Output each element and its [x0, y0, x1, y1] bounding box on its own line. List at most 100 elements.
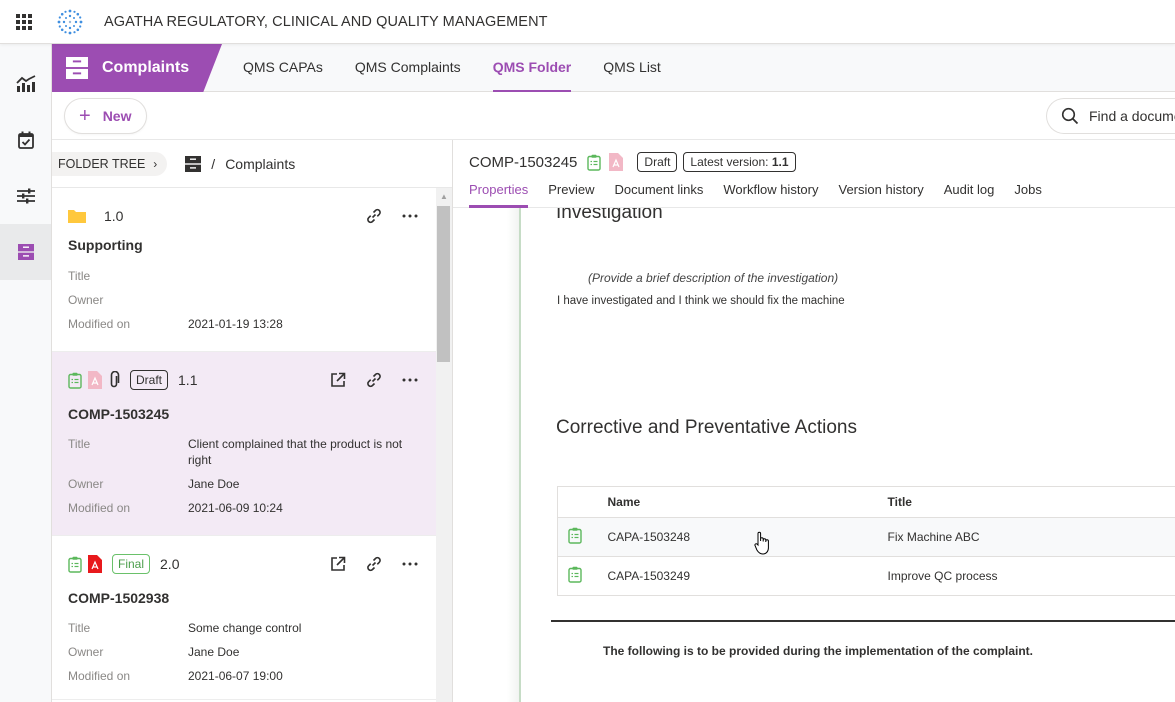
- more-options-icon[interactable]: [398, 368, 422, 392]
- scrollbar-thumb[interactable]: [437, 206, 450, 362]
- prop-label: Title: [68, 269, 91, 283]
- open-external-icon[interactable]: [326, 368, 350, 392]
- link-icon[interactable]: [362, 204, 386, 228]
- search-icon: [1061, 107, 1079, 125]
- chart-icon: [15, 75, 35, 92]
- section-title: Complaints: [102, 59, 190, 76]
- implementation-note: The following is to be provided during t…: [603, 644, 1034, 658]
- prop-title: Some change control: [188, 621, 302, 635]
- document-list: 1.0 Supporting Title Owner Modified on 20…: [52, 188, 436, 702]
- tab-qms-list[interactable]: QMS List: [603, 44, 661, 92]
- rail-item-tasks[interactable]: [0, 112, 51, 168]
- tab-qms-folder[interactable]: QMS Folder: [492, 44, 571, 92]
- tab-qms-complaints[interactable]: QMS Complaints: [355, 44, 461, 92]
- attachment-icon: [108, 371, 120, 389]
- document-preview: Investigation (Provide a brief descripti…: [453, 208, 1175, 702]
- prop-title: [188, 268, 408, 284]
- table-row[interactable]: CAPA-1503248 Fix Machine ABC: [557, 517, 1175, 557]
- prop-modified: 2021-01-19 13:28: [188, 317, 283, 331]
- tab-qms-capas[interactable]: QMS CAPAs: [243, 44, 323, 92]
- capa-title: Fix Machine ABC: [887, 517, 1175, 557]
- tab-document-links[interactable]: Document links: [615, 178, 704, 208]
- capa-name[interactable]: CAPA-1503249: [607, 556, 888, 596]
- hand-cursor-icon: [754, 531, 769, 555]
- item-name: COMP-1502938: [68, 590, 170, 606]
- prop-owner: [188, 292, 408, 308]
- capa-name[interactable]: CAPA-1503248: [607, 517, 888, 557]
- plus-icon: +: [79, 105, 91, 127]
- status-badge: Draft: [637, 152, 678, 172]
- form-icon: [568, 566, 582, 583]
- more-options-icon[interactable]: [398, 552, 422, 576]
- chevron-right-icon: ›: [153, 156, 158, 171]
- tab-jobs[interactable]: Jobs: [1014, 178, 1041, 208]
- table-row[interactable]: CAPA-1503249 Improve QC process: [557, 556, 1175, 596]
- tab-preview[interactable]: Preview: [548, 178, 594, 208]
- list-scrollbar[interactable]: ▲: [436, 188, 452, 702]
- folder-tree-button[interactable]: FOLDER TREE ›: [52, 151, 168, 176]
- document-page: Investigation (Provide a brief descripti…: [521, 208, 1175, 702]
- folder-panel: FOLDER TREE › / Complaints 1.0 Supportin…: [52, 140, 453, 702]
- investigation-text: I have investigated and I think we shoul…: [557, 295, 845, 307]
- prop-modified: 2021-06-09 10:24: [188, 501, 283, 515]
- item-properties: Title Client complained that the product …: [68, 436, 408, 524]
- table-header-row: Name Title: [557, 486, 1175, 518]
- sliders-icon: [16, 188, 35, 204]
- latest-version-label: Latest version:: [690, 155, 769, 169]
- prop-label: Owner: [68, 293, 104, 307]
- top-header: AGATHA REGULATORY, CLINICAL AND QUALITY …: [0, 0, 1175, 44]
- link-icon[interactable]: [362, 368, 386, 392]
- form-icon: [68, 372, 82, 389]
- prop-label: Owner: [68, 645, 104, 659]
- app-title: AGATHA REGULATORY, CLINICAL AND QUALITY …: [104, 13, 548, 30]
- folder-icon: [68, 209, 86, 223]
- status-badge: Draft: [130, 370, 169, 390]
- list-item-selected[interactable]: Draft 1.1 COMP-1503245 Title Client compl…: [52, 352, 436, 536]
- latest-version-badge: Latest version: 1.1: [683, 152, 796, 172]
- tab-version-history[interactable]: Version history: [839, 178, 924, 208]
- section-badge: Complaints: [52, 44, 222, 92]
- link-icon[interactable]: [362, 552, 386, 576]
- prop-label: Modified on: [68, 317, 131, 331]
- more-options-icon[interactable]: [398, 204, 422, 228]
- version: 1.1: [178, 372, 198, 388]
- list-item[interactable]: Final 2.0 COMP-1502938 Title Some change …: [52, 536, 436, 700]
- rail-item-folders[interactable]: [0, 224, 51, 280]
- search-input[interactable]: [1089, 108, 1175, 124]
- investigation-heading: Investigation: [556, 208, 663, 223]
- prop-label: Title: [68, 621, 91, 635]
- cabinet-icon: [17, 244, 34, 260]
- calendar-check-icon: [17, 131, 34, 149]
- item-name: COMP-1503245: [68, 406, 170, 422]
- latest-version-value: 1.1: [771, 155, 789, 169]
- capa-title: Improve QC process: [887, 556, 1175, 596]
- pdf-icon: [88, 555, 102, 573]
- investigation-hint: (Provide a brief description of the inve…: [588, 271, 839, 285]
- scroll-up-icon[interactable]: ▲: [436, 188, 452, 204]
- new-button[interactable]: + New: [64, 98, 147, 134]
- form-icon: [68, 556, 82, 573]
- folder-tree-label: FOLDER TREE: [58, 156, 146, 171]
- tab-workflow-history[interactable]: Workflow history: [723, 178, 818, 208]
- rail-item-settings[interactable]: [0, 168, 51, 224]
- item-properties: Title Owner Modified on 2021-01-19 13:28: [68, 268, 408, 340]
- tab-properties[interactable]: Properties: [469, 178, 529, 208]
- breadcrumb-current[interactable]: Complaints: [225, 156, 295, 172]
- form-icon: [587, 154, 602, 171]
- prop-label: Modified on: [68, 669, 131, 683]
- rail-item-dashboard[interactable]: [0, 56, 51, 112]
- list-item[interactable]: 1.0 Supporting Title Owner Modified on 20…: [52, 188, 436, 352]
- document-title: COMP-1503245: [469, 153, 578, 171]
- left-rail: [0, 44, 52, 702]
- tab-audit-log[interactable]: Audit log: [944, 178, 995, 208]
- app-launcher-icon[interactable]: [16, 13, 34, 30]
- agatha-logo-icon: [57, 9, 83, 34]
- document-detail: COMP-1503245 Draft Latest version: 1.1 P…: [453, 140, 1175, 702]
- prop-owner: Jane Doe: [188, 645, 240, 659]
- breadcrumb: FOLDER TREE › / Complaints: [52, 140, 452, 188]
- cabinet-icon: [185, 155, 202, 172]
- breadcrumb-separator: /: [211, 155, 216, 172]
- item-properties: Title Some change control Owner Jane Doe M…: [68, 620, 408, 692]
- open-external-icon[interactable]: [326, 552, 350, 576]
- status-badge: Final: [112, 554, 151, 574]
